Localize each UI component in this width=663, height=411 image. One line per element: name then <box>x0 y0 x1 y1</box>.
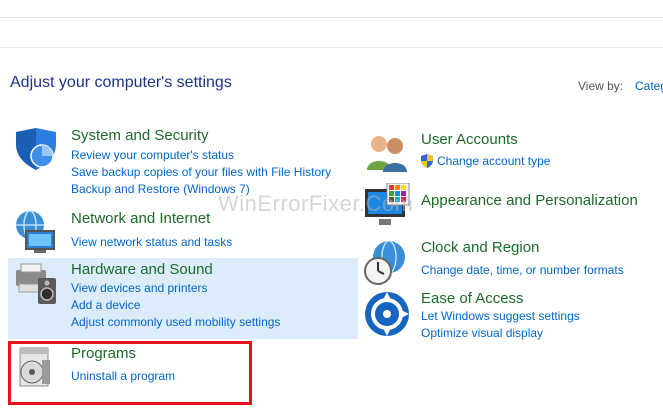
window-top-bar <box>0 0 663 18</box>
page-title: Adjust your computer's settings <box>10 74 232 91</box>
category-title[interactable]: Ease of Access <box>421 290 524 307</box>
link-date-time-formats[interactable]: Change date, time, or number formats <box>421 263 624 277</box>
view-by-label: View by: <box>578 79 624 93</box>
address-bar-divider <box>0 47 663 48</box>
link-file-history[interactable]: Save backup copies of your files with Fi… <box>71 165 331 179</box>
category-title[interactable]: Network and Internet <box>71 210 210 227</box>
link-change-account-type[interactable]: Change account type <box>437 154 550 168</box>
network-globe-icon <box>12 209 60 257</box>
category-title[interactable]: System and Security <box>71 127 209 144</box>
uac-shield-icon <box>420 154 436 168</box>
link-network-status[interactable]: View network status and tasks <box>71 235 232 249</box>
category-title[interactable]: Hardware and Sound <box>71 261 213 278</box>
category-title[interactable]: Appearance and Personalization <box>421 192 638 209</box>
link-devices-printers[interactable]: View devices and printers <box>71 281 208 295</box>
link-optimize-display[interactable]: Optimize visual display <box>421 326 543 340</box>
link-suggest-settings[interactable]: Let Windows suggest settings <box>421 309 580 323</box>
shield-icon <box>12 126 60 174</box>
category-title[interactable]: Clock and Region <box>421 239 539 256</box>
clock-globe-icon <box>363 239 411 287</box>
category-title[interactable]: User Accounts <box>421 131 518 148</box>
printer-speaker-icon <box>12 260 60 308</box>
link-review-status[interactable]: Review your computer's status <box>71 148 234 162</box>
ease-of-access-icon <box>363 290 411 338</box>
users-icon <box>363 130 411 178</box>
watermark: WinErrorFixer.Com <box>218 191 414 216</box>
link-add-device[interactable]: Add a device <box>71 298 140 312</box>
link-mobility-settings[interactable]: Adjust commonly used mobility settings <box>71 315 280 329</box>
annotation-highlight-box <box>8 341 252 405</box>
view-by-dropdown[interactable]: Categ <box>635 79 663 93</box>
